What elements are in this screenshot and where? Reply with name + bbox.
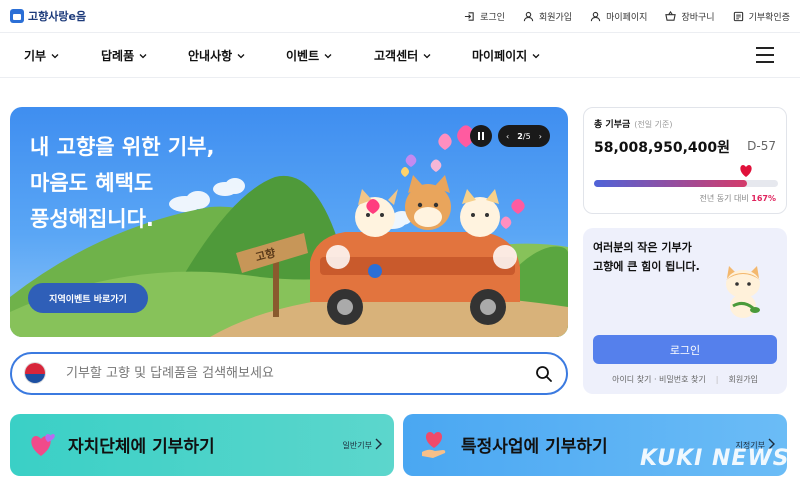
pager-total: 5 [525, 131, 531, 141]
util-mypage-label: 마이페이지 [606, 13, 648, 23]
pager-counter: 2/5 [517, 132, 530, 141]
basket-icon [665, 11, 677, 21]
nav-item-label: 마이페이지 [472, 49, 528, 63]
heart-hand-icon [422, 432, 446, 458]
dday-counter: D-57 [747, 139, 776, 153]
logo-text: 고향사랑e음 [28, 10, 87, 23]
util-signup-link[interactable]: 회원가입 [523, 10, 572, 23]
nav-item-guide[interactable]: 안내사항 [188, 47, 245, 64]
total-label-note: (전일 기준) [634, 120, 673, 129]
hearts-icon [31, 434, 55, 456]
login-icon [465, 12, 474, 21]
chevron-down-icon [51, 53, 59, 58]
login-button[interactable]: 로그인 [593, 335, 777, 364]
cta-title: 특정사업에 기부하기 [461, 437, 608, 457]
compare-value: 167% [751, 194, 776, 203]
nav-item-donation[interactable]: 기부 [24, 47, 59, 64]
donation-progress-bar [594, 165, 778, 187]
util-certificate-link[interactable]: 기부확인증 [733, 10, 790, 23]
nav-item-label: 기부 [24, 49, 47, 63]
cta-title: 자치단체에 기부하기 [68, 437, 215, 457]
login-links: 아이디 찾기 · 비밀번호 찾기 | 회원가입 [583, 374, 787, 385]
nav-item-mypage[interactable]: 마이페이지 [472, 47, 540, 64]
util-cart-label: 장바구니 [681, 13, 715, 23]
chevron-down-icon [237, 53, 245, 58]
util-login-link[interactable]: 로그인 [464, 10, 505, 23]
cta-sub-label: 일반기부 [342, 441, 372, 450]
chevron-down-icon [324, 53, 332, 58]
find-id-password-link[interactable]: 아이디 찾기 · 비밀번호 찾기 [612, 375, 706, 384]
search-icon[interactable] [535, 365, 553, 383]
pager-next-button[interactable]: › [539, 132, 542, 141]
login-message: 여러분의 작은 기부가 고향에 큰 힘이 됩니다. [593, 241, 700, 273]
nav-item-label: 안내사항 [188, 49, 233, 63]
logo-mark-icon [10, 9, 24, 23]
watermark: KUKI NEWS [640, 446, 790, 471]
nav-item-label: 이벤트 [286, 49, 320, 63]
banner-pager: ‹ 2/5 › [498, 125, 550, 147]
heart-icon [740, 165, 752, 177]
taegeuk-emblem-icon [24, 362, 46, 384]
search-bar [10, 352, 568, 395]
total-donation-card: 총 기부금 (전일 기준) 58,008,950,400원 D-57 전년 동기 … [583, 107, 787, 214]
banner-event-button[interactable]: 지역이벤트 바로가기 [28, 283, 148, 313]
chevron-down-icon [423, 53, 431, 58]
banner-title: 내 고향을 위한 기부, 마음도 혜택도 풍성해집니다. [30, 135, 215, 231]
hero-banner[interactable]: 고향 내 고향을 위한 기부, 마음도 혜택도 풍성해집니다. 지역이벤트 바로… [10, 107, 568, 337]
compare-label: 전년 동기 대비 [699, 194, 749, 203]
pager-prev-button[interactable]: ‹ [506, 132, 509, 141]
util-cart-link[interactable]: 장바구니 [665, 10, 715, 23]
search-input[interactable] [66, 360, 506, 387]
nav-item-label: 답례품 [101, 49, 135, 63]
donate-local-gov-card[interactable]: 자치단체에 기부하기 일반기부 [10, 414, 394, 476]
pause-icon[interactable] [470, 125, 492, 147]
utility-nav: 로그인 회원가입 마이페이지 장바구니 기부확인증 [464, 10, 790, 23]
chevron-down-icon [532, 53, 540, 58]
util-mypage-link[interactable]: 마이페이지 [590, 10, 647, 23]
total-label-text: 총 기부금 [594, 120, 631, 130]
user-icon [523, 11, 534, 22]
util-login-label: 로그인 [480, 13, 505, 23]
chevron-down-icon [139, 53, 147, 58]
progress-fill [594, 180, 747, 187]
nav-item-support[interactable]: 고객센터 [374, 47, 431, 64]
util-certificate-label: 기부확인증 [748, 13, 790, 23]
top-utility-bar: 고향사랑e음 로그인 회원가입 마이페이지 장바구니 기부확인증 [0, 0, 800, 33]
user-icon [590, 11, 601, 22]
progress-compare-note: 전년 동기 대비 167% [699, 193, 776, 204]
total-amount: 58,008,950,400원 [594, 140, 730, 156]
main-nav: 기부 답례품 안내사항 이벤트 고객센터 마이페이지 [0, 33, 800, 78]
chevron-right-icon [375, 438, 382, 450]
mascot-cat-icon [726, 266, 760, 318]
nav-item-gifts[interactable]: 답례품 [101, 47, 147, 64]
logo[interactable]: 고향사랑e음 [10, 8, 86, 24]
total-label: 총 기부금 (전일 기준) [594, 117, 673, 130]
util-signup-label: 회원가입 [538, 13, 573, 23]
nav-item-events[interactable]: 이벤트 [286, 47, 332, 64]
login-card: 여러분의 작은 기부가 고향에 큰 힘이 됩니다. 로그인 아이디 찾기 · 비… [583, 228, 787, 394]
menu-icon[interactable] [756, 47, 774, 63]
signup-link[interactable]: 회원가입 [728, 375, 757, 384]
nav-item-label: 고객센터 [374, 49, 419, 63]
certificate-icon [733, 11, 743, 22]
link-divider: | [715, 375, 719, 384]
